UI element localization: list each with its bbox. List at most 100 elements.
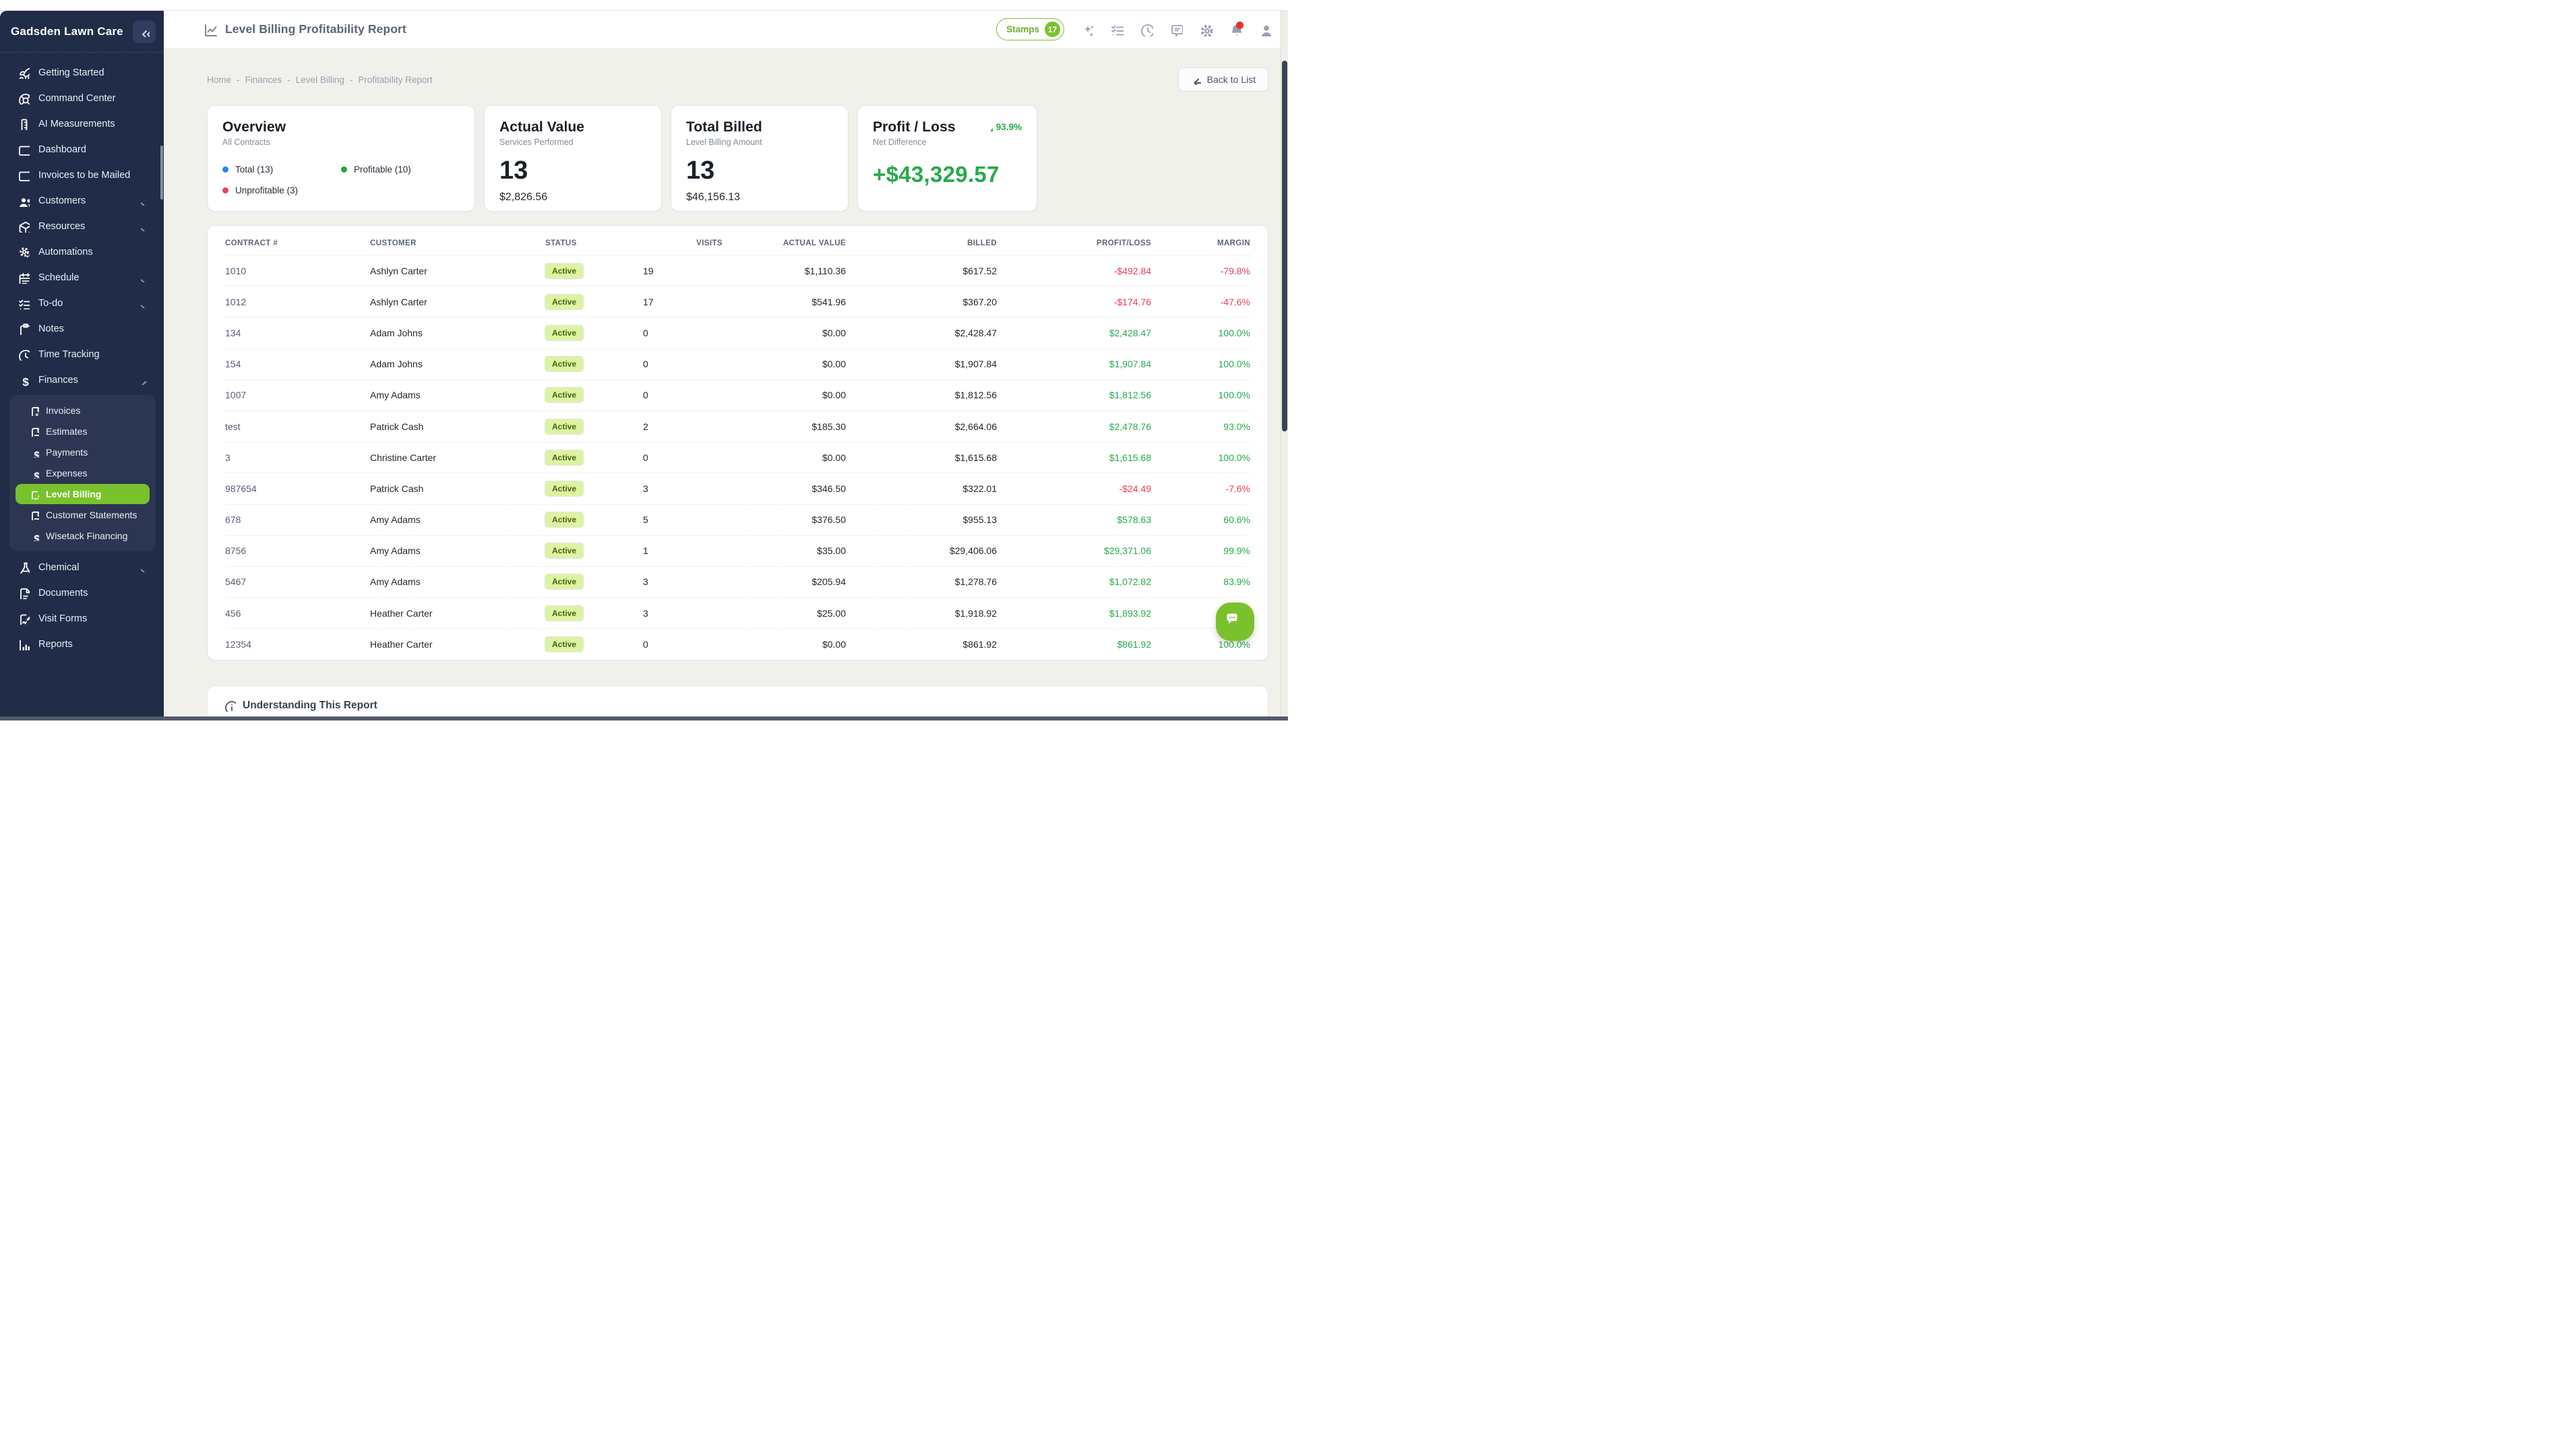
table-row-1007[interactable]: 1007 Amy Adams Active 0 $0.00 $1,812.56 … [225,380,1250,411]
sidebar-item-todo[interactable]: To-do [8,291,156,315]
sidebar-subitem-label: Customer Statements [46,510,137,520]
sidebar-subitem-payments[interactable]: Payments [16,442,150,462]
topbar-button-sparkles[interactable] [1080,23,1094,36]
sidebar-subitem-label: Invoices [46,405,80,416]
cell-visits: 17 [643,297,723,307]
sidebar-item-chemical[interactable]: Chemical [8,555,156,580]
cell-margin: -47.6% [1151,297,1250,307]
stamps-button[interactable]: Stamps 17 [996,18,1064,40]
topbar-button-bell[interactable] [1229,23,1242,36]
page-scrollbar-thumb[interactable] [1282,61,1287,431]
sidebar-item-visit-forms[interactable]: Visit Forms [8,607,156,631]
table-column-header[interactable]: CUSTOMER [370,239,545,247]
sidebar-item-customers[interactable]: Customers [8,189,156,213]
status-badge: Active [545,388,583,402]
breadcrumb-link[interactable]: Finances [245,75,282,85]
table-row-test[interactable]: test Patrick Cash Active 2 $185.30 $2,66… [225,411,1250,442]
back-to-list-button[interactable]: Back to List [1178,67,1268,92]
table-row-134[interactable]: 134 Adam Johns Active 0 $0.00 $2,428.47 … [225,317,1250,348]
cell-profit-loss: -$492.84 [997,266,1151,276]
breadcrumb-link[interactable]: Level Billing [296,75,344,85]
cell-status: Active [545,326,643,340]
cell-contract-number: 456 [225,608,370,619]
actual-value-subtitle: Services Performed [499,137,646,147]
table-row-1012[interactable]: 1012 Ashlyn Carter Active 17 $541.96 $36… [225,286,1250,317]
sidebar-item-label: AI Measurements [38,119,115,129]
sidebar-item-icon [18,246,30,258]
topbar-button-clock[interactable] [1140,23,1153,36]
sidebar-item-reports[interactable]: Reports [8,632,156,656]
sidebar-items-top: Getting Started Command Center AI Measur… [0,61,164,392]
sidebar-item-icon [18,374,30,386]
table-row-154[interactable]: 154 Adam Johns Active 0 $0.00 $1,907.84 … [225,349,1250,380]
sidebar-subitem-invoices[interactable]: Invoices [16,400,150,421]
sidebar-item-dashboard[interactable]: Dashboard [8,137,156,162]
table-row-5467[interactable]: 5467 Amy Adams Active 3 $205.94 $1,278.7… [225,567,1250,598]
sidebar-item-command-center[interactable]: Command Center [8,86,156,111]
table-column-header[interactable]: MARGIN [1151,239,1250,247]
profit-loss-delta: 93.9% [985,122,1022,132]
sidebar-subitem-wisetack-financing[interactable]: Wisetack Financing [16,526,150,546]
cell-contract-number: 5467 [225,576,370,587]
sidebar-subitem-estimates[interactable]: Estimates [16,421,150,441]
sidebar-subitem-level-billing[interactable]: Level Billing [16,484,150,504]
table-row-456[interactable]: 456 Heather Carter Active 3 $25.00 $1,91… [225,598,1250,629]
sidebar-item-automations[interactable]: Automations [8,240,156,264]
sidebar-subitem-customer-statements[interactable]: Customer Statements [16,505,150,525]
cell-status: Active [545,388,643,402]
sidebar-subitem-expenses[interactable]: Expenses [16,463,150,483]
cell-billed: $2,428.47 [846,328,997,338]
sidebar-item-icon [18,92,30,104]
overview-title: Overview [222,119,460,135]
legend-dot [222,166,228,173]
topbar-button-chat[interactable] [1169,23,1183,36]
understanding-report-section[interactable]: Understanding This Report [207,685,1268,720]
sidebar-item-time-tracking[interactable]: Time Tracking [8,342,156,367]
sidebar-item-getting-started[interactable]: Getting Started [8,61,156,85]
sidebar-item-label: Customers [38,195,86,206]
chat-fab-button[interactable] [1216,603,1254,641]
sidebar-item-finances[interactable]: Finances [8,368,156,392]
cell-profit-loss: $2,478.76 [997,421,1151,432]
sidebar-item-resources[interactable]: Resources [8,214,156,239]
table-column-header[interactable]: ACTUAL VALUE [723,239,846,247]
sidebar-item-label: Reports [38,639,73,650]
cell-actual-value: $541.96 [723,297,846,307]
cell-customer: Ashlyn Carter [370,266,545,276]
topbar-button-icon [1110,23,1124,36]
topbar-button-checklist[interactable] [1110,23,1124,36]
table-row-987654[interactable]: 987654 Patrick Cash Active 3 $346.50 $32… [225,473,1250,504]
sidebar-item-documents[interactable]: Documents [8,581,156,605]
table-row-8756[interactable]: 8756 Amy Adams Active 1 $35.00 $29,406.0… [225,536,1250,567]
table-row-12354[interactable]: 12354 Heather Carter Active 0 $0.00 $861… [225,629,1250,660]
sidebar-item-invoices-to-be-mailed[interactable]: Invoices to be Mailed [8,163,156,187]
topbar-button-gear[interactable] [1199,23,1213,36]
cell-profit-loss: $29,371.06 [997,545,1151,556]
page-scrollbar[interactable] [1281,11,1288,720]
table-row-1010[interactable]: 1010 Ashlyn Carter Active 19 $1,110.36 $… [225,255,1250,286]
table-column-header[interactable]: STATUS [545,239,643,247]
sidebar-item-ai-measurements[interactable]: AI Measurements [8,112,156,136]
table-column-header[interactable]: BILLED [846,239,997,247]
breadcrumb-link[interactable]: Home [207,75,231,85]
cell-visits: 0 [643,639,723,650]
chevron-icon [137,197,146,206]
table-column-header[interactable]: PROFIT/LOSS [997,239,1151,247]
sidebar-subitem-label: Payments [46,447,88,458]
table-row-3[interactable]: 3 Christine Carter Active 0 $0.00 $1,615… [225,442,1250,473]
sidebar-scrollbar-thumb[interactable] [160,146,163,200]
table-column-header[interactable]: VISITS [643,239,723,247]
table-row-678[interactable]: 678 Amy Adams Active 5 $376.50 $955.13 $… [225,505,1250,536]
contracts-table-card: CONTRACT #CUSTOMERSTATUSVISITSACTUAL VAL… [207,225,1268,661]
sidebar-item-schedule[interactable]: Schedule [8,266,156,290]
cell-contract-number: 3 [225,452,370,463]
legend-label: Total (13) [235,164,273,175]
breadcrumb-link[interactable]: Profitability Report [358,75,432,85]
sidebar-item-label: Schedule [38,272,79,283]
sidebar-item-notes[interactable]: Notes [8,317,156,341]
page-title: Level Billing Profitability Report [225,22,406,36]
sidebar-collapse-button[interactable] [133,20,156,43]
topbar-button-user[interactable] [1258,23,1272,36]
table-column-header[interactable]: CONTRACT # [225,239,370,247]
sidebar-subitem-label: Wisetack Financing [46,530,127,541]
